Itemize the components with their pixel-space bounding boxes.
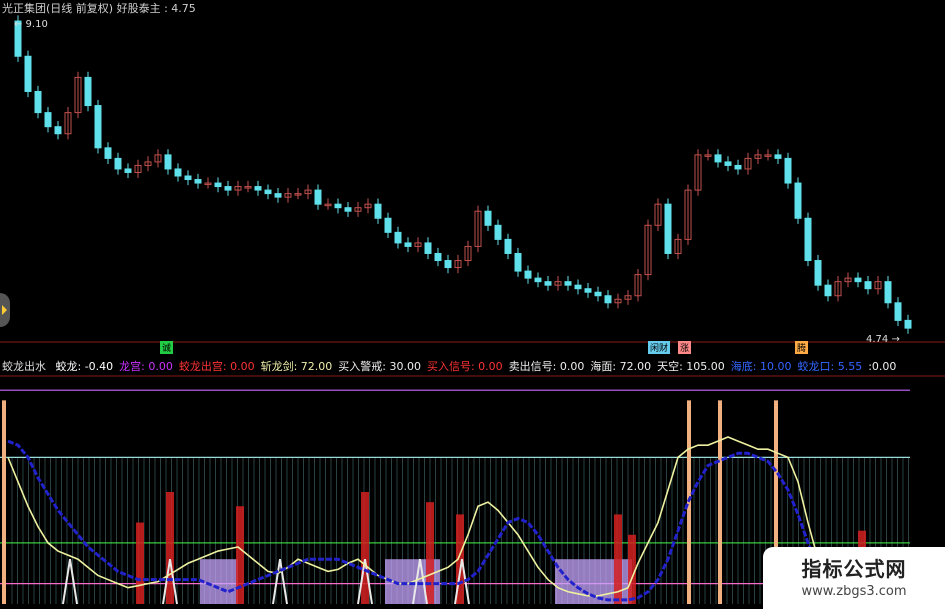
sell-signal-bar xyxy=(718,400,722,604)
side-expand-tab[interactable] xyxy=(0,293,10,327)
indicator-item-10: 蛟龙口: 5.55 xyxy=(797,360,863,373)
candle-body xyxy=(584,288,592,293)
indicator-item-3: 斩龙剑: 72.00 xyxy=(260,360,333,373)
candle-body xyxy=(574,284,582,290)
candle-body xyxy=(824,284,832,297)
candle-body xyxy=(404,242,412,247)
candle-body xyxy=(724,161,732,166)
candle-body xyxy=(444,260,452,269)
indicator-item-5: 买入信号: 0.00 xyxy=(426,360,503,373)
candle-body xyxy=(664,203,672,254)
signal-spike xyxy=(426,502,434,604)
indicator-item-7: 海面: 72.00 xyxy=(590,360,652,373)
indicator-title: 好股泰主 xyxy=(116,2,161,15)
watermark-url: www.zbgs3.com xyxy=(801,584,907,599)
candle-body xyxy=(274,193,282,198)
signal-spike xyxy=(166,492,174,604)
signal-flag-0: 诚 xyxy=(160,341,174,354)
dragon-palace-block xyxy=(200,559,238,604)
candle-body xyxy=(344,207,352,212)
signal-flag-1: 闲财 xyxy=(648,341,671,354)
candle-body xyxy=(114,157,122,170)
candle-body xyxy=(514,252,522,272)
candle-body xyxy=(494,224,502,240)
indicator-item-9: 海底: 10.00 xyxy=(730,360,792,373)
candle-body xyxy=(394,231,402,244)
candle-body xyxy=(84,76,92,107)
stock-chart: ← 9.10 4.74 → xyxy=(0,15,945,605)
buy-marker xyxy=(272,559,288,605)
candle-body xyxy=(904,319,912,329)
candle-body xyxy=(524,270,532,279)
candle-body xyxy=(184,175,192,181)
candle-body xyxy=(314,189,322,205)
indicator-item-1: 龙宫: 0.00 xyxy=(119,360,173,373)
watermark-logo: 指标公式网 www.zbgs3.com xyxy=(763,547,945,609)
candle-body xyxy=(794,182,802,219)
candle-body xyxy=(564,281,572,286)
indicator-item-4: 买入警戒: 30.00 xyxy=(338,360,421,373)
candle-body xyxy=(164,154,172,170)
candle-body xyxy=(174,168,182,177)
candle-body xyxy=(484,210,492,226)
chart-header: 光正集团(日线 前复权) 好股泰主 : 4.75 xyxy=(2,2,196,15)
candle-body xyxy=(714,154,722,163)
candle-body xyxy=(264,189,272,195)
candle-body xyxy=(774,154,782,159)
candle-body xyxy=(54,126,62,135)
signal-flag-3: 腾 xyxy=(795,341,809,354)
candle-body xyxy=(44,112,52,128)
candle-body xyxy=(734,164,742,170)
candle-body xyxy=(894,302,902,321)
signal-spike xyxy=(136,522,144,604)
candle-body xyxy=(384,217,392,233)
price-high-label: ← 9.10 xyxy=(14,19,48,30)
candle-body xyxy=(254,186,262,191)
stock-title: 光正集团(日线 前复权) xyxy=(2,2,114,15)
candle-body xyxy=(604,295,612,304)
candle-body xyxy=(544,281,552,286)
candle-body xyxy=(224,186,232,191)
buy-marker xyxy=(62,559,78,605)
signal-flag-2: 涨 xyxy=(678,341,692,354)
indicator-item-2: 蛟龙出宫: 0.00 xyxy=(178,360,255,373)
candle-body xyxy=(34,90,42,114)
candle-body xyxy=(854,277,862,283)
candle-body xyxy=(784,157,792,184)
indicator-value: 4.75 xyxy=(171,2,196,15)
indicator-item-6: 卖出信号: 0.00 xyxy=(508,360,585,373)
candle-body xyxy=(534,277,542,283)
candle-body xyxy=(24,55,32,92)
indicator-name: 蛟龙出水 xyxy=(2,360,46,373)
candle-body xyxy=(804,217,812,262)
candle-body xyxy=(814,260,822,286)
candle-body xyxy=(124,168,132,173)
candle-body xyxy=(214,182,222,188)
candle-body xyxy=(504,238,512,254)
candle-body xyxy=(424,242,432,254)
candle-body xyxy=(374,203,382,219)
candle-body xyxy=(594,291,602,297)
indicator-item-11: :0.00 xyxy=(868,360,897,373)
candle-body xyxy=(884,281,892,304)
indicator-header: 蛟龙出水 蛟龙: -0.40 龙宫: 0.00 蛟龙出宫: 0.00 斩龙剑: 72.… xyxy=(2,358,902,374)
candle-body xyxy=(334,203,342,209)
candle-body xyxy=(864,281,872,290)
candle-body xyxy=(104,147,112,159)
indicator-item-8: 天空: 105.00 xyxy=(657,360,725,373)
candle-body xyxy=(434,252,442,262)
indicator-item-0: 蛟龙: -0.40 xyxy=(55,360,114,373)
watermark-title: 指标公式网 xyxy=(801,557,907,581)
signal-spike xyxy=(361,492,369,604)
candle-body xyxy=(94,105,102,149)
price-low-label: 4.74 → xyxy=(866,334,900,345)
candle-body xyxy=(194,179,202,184)
sell-signal-bar xyxy=(2,400,6,604)
